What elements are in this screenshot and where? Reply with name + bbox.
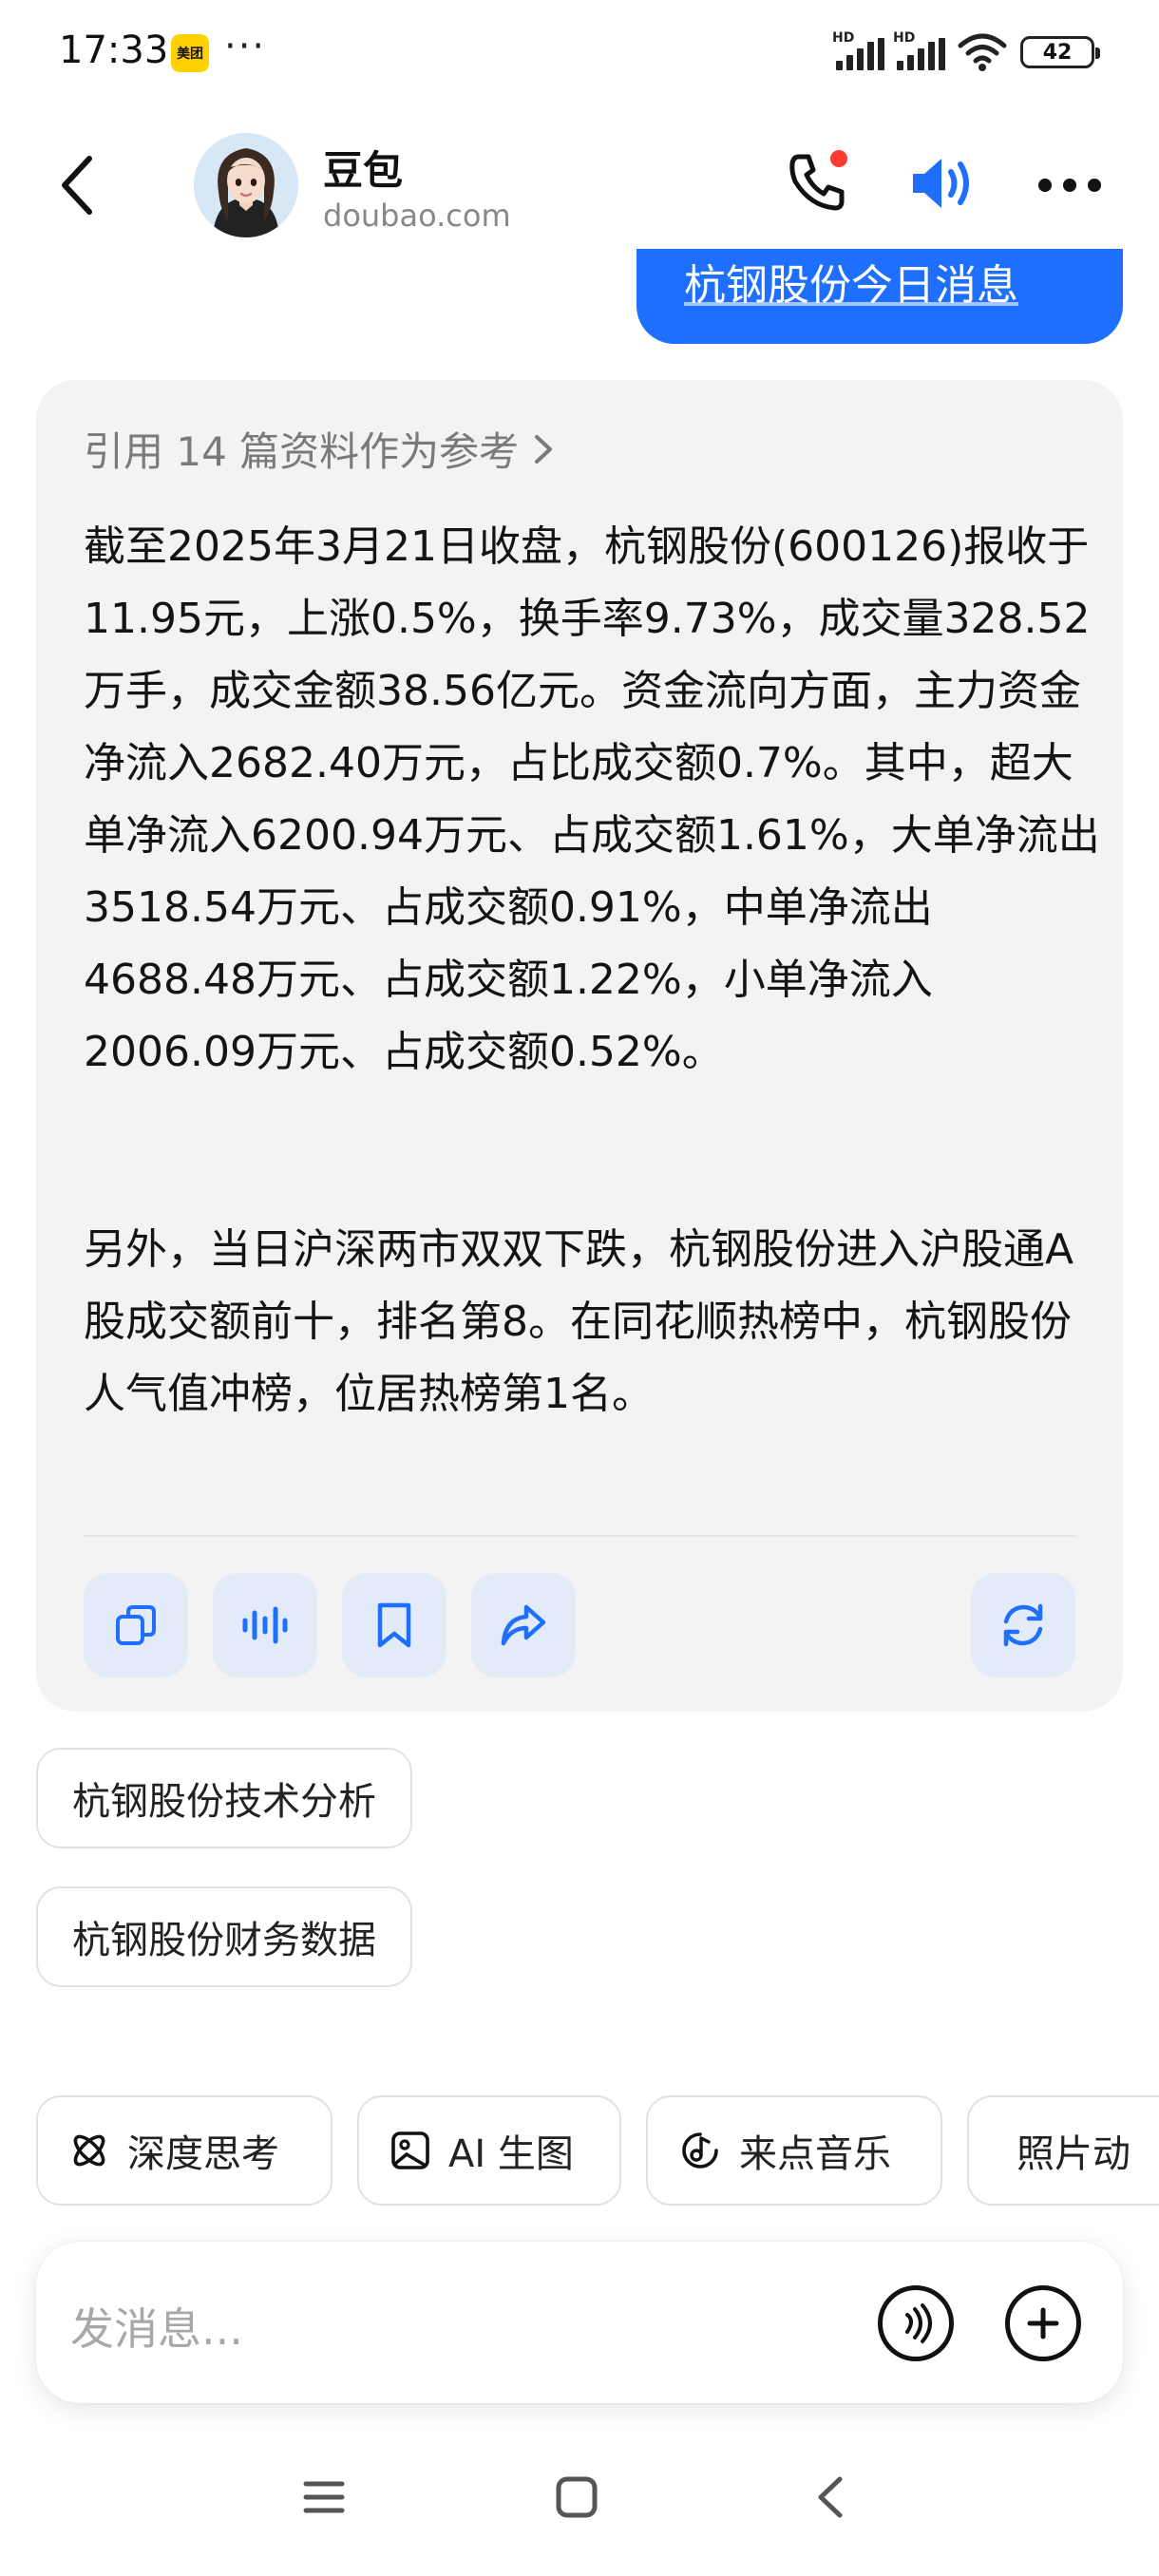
home-icon[interactable] <box>555 2475 598 2523</box>
message-input-bar[interactable]: 发消息... <box>36 2242 1123 2403</box>
atom-icon <box>73 2134 105 2167</box>
voice-play-icon <box>242 1606 288 1644</box>
regenerate-button[interactable] <box>971 1573 1075 1677</box>
bookmark-icon <box>377 1602 411 1648</box>
copy-icon <box>116 1605 156 1645</box>
image-icon <box>391 2131 429 2169</box>
bot-name: 豆包 <box>323 147 404 194</box>
music-icon <box>682 2132 718 2169</box>
speaker-icon[interactable] <box>901 142 982 224</box>
status-more-indicator: ··· <box>224 25 267 68</box>
tool-music[interactable]: 来点音乐 <box>646 2095 942 2206</box>
battery-indicator: 42 <box>1020 36 1100 68</box>
voice-call-button[interactable] <box>878 2285 954 2361</box>
regenerate-icon <box>1003 1603 1043 1647</box>
plus-icon <box>1027 2307 1059 2339</box>
meituan-app-icon: 美团 <box>171 34 209 72</box>
tool-label: 深度思考 <box>127 2132 279 2176</box>
answer-card: 引用 14 篇资料作为参考 截至2025年3月21日收盘，杭钢股份(600126… <box>36 380 1123 1712</box>
avatar[interactable] <box>194 133 298 237</box>
bookmark-button[interactable] <box>342 1573 446 1677</box>
signal-icon-2: HD <box>893 30 946 70</box>
back-nav-icon[interactable] <box>813 2475 847 2523</box>
reference-link[interactable]: 引用 14 篇资料作为参考 <box>84 420 555 478</box>
tool-photo-animate[interactable]: 照片动 <box>967 2095 1159 2206</box>
tool-label: 照片动 <box>1016 2132 1130 2176</box>
answer-paragraph: 截至2025年3月21日收盘，杭钢股份(600126)报收于11.95元，上涨0… <box>84 522 1100 1076</box>
tool-label: 来点音乐 <box>739 2132 891 2176</box>
tool-deep-think[interactable]: 深度思考 <box>36 2095 332 2206</box>
share-icon <box>501 1604 546 1646</box>
back-icon[interactable] <box>48 152 104 218</box>
tool-label: AI 生图 <box>448 2132 574 2176</box>
suggestion-chip[interactable]: 杭钢股份财务数据 <box>36 1886 412 1987</box>
reference-label: 引用 14 篇资料作为参考 <box>84 428 520 475</box>
phone-icon[interactable] <box>777 142 859 224</box>
voice-wave-icon <box>905 2303 932 2343</box>
message-input[interactable]: 发消息... <box>70 2295 243 2358</box>
suggestion-chip[interactable]: 杭钢股份技术分析 <box>36 1748 412 1848</box>
answer-paragraph: 另外，当日沪深两市双双下跌，杭钢股份进入沪股通A股成交额前十，排名第8。在同花顺… <box>84 1225 1074 1418</box>
status-bar: 17:33 美团 ··· HD HD 42 <box>0 0 1159 104</box>
tool-ai-image[interactable]: AI 生图 <box>357 2095 621 2206</box>
more-icon[interactable] <box>1032 161 1108 209</box>
bot-domain: doubao.com <box>323 198 511 234</box>
menu-icon[interactable] <box>302 2475 346 2523</box>
user-message-text: 杭钢股份今日消息 <box>684 261 1018 310</box>
wifi-icon <box>958 32 1007 76</box>
signal-icon-1: HD <box>832 30 885 70</box>
add-button[interactable] <box>1005 2285 1081 2361</box>
user-message-bubble[interactable]: 杭钢股份今日消息 <box>636 249 1123 344</box>
status-time: 17:33 <box>59 28 169 72</box>
voice-play-button[interactable] <box>213 1573 317 1677</box>
divider <box>84 1535 1075 1537</box>
share-button[interactable] <box>471 1573 576 1677</box>
copy-button[interactable] <box>84 1573 188 1677</box>
chevron-right-icon <box>535 434 553 464</box>
